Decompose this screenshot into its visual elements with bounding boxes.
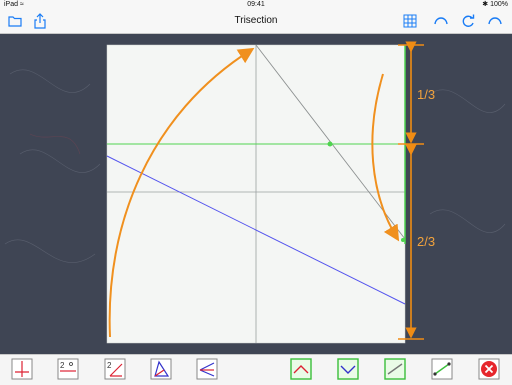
mountain-fold-tool[interactable]: [290, 358, 312, 380]
share-icon[interactable]: [31, 12, 49, 30]
clock: 09:41: [247, 1, 265, 8]
folder-icon[interactable]: [6, 12, 24, 30]
close-tool[interactable]: [478, 358, 500, 380]
perpendicular-fold-tool[interactable]: [11, 358, 33, 380]
status-bar: iPad ≈ 09:41 ✱ 100%: [0, 0, 512, 9]
battery-text: ✱ 100%: [482, 1, 508, 8]
svg-text:2: 2: [60, 361, 65, 370]
one-third-label: 1/3: [417, 87, 436, 102]
bottom-toolbar: 2 2: [0, 354, 512, 385]
canvas-area[interactable]: 1/3 2/3: [0, 34, 512, 354]
angle-fold-tool[interactable]: 2: [104, 358, 126, 380]
two-thirds-label: 2/3: [417, 234, 436, 249]
halve-fold-tool[interactable]: 2: [57, 358, 79, 380]
bisector-fold-tool[interactable]: [196, 358, 218, 380]
refresh-icon[interactable]: [459, 12, 477, 30]
triangle-fold-tool[interactable]: [150, 358, 172, 380]
intersection-point[interactable]: [327, 141, 333, 147]
svg-text:2: 2: [107, 361, 112, 370]
grid-icon[interactable]: [401, 12, 419, 30]
line-tool[interactable]: [384, 358, 406, 380]
valley-fold-tool[interactable]: [337, 358, 359, 380]
navigation-bar: Trisection: [0, 9, 512, 34]
endpoint-marker[interactable]: [401, 238, 405, 242]
point-line-tool[interactable]: [431, 358, 453, 380]
undo-icon[interactable]: [432, 12, 450, 30]
redo-icon[interactable]: [486, 12, 504, 30]
